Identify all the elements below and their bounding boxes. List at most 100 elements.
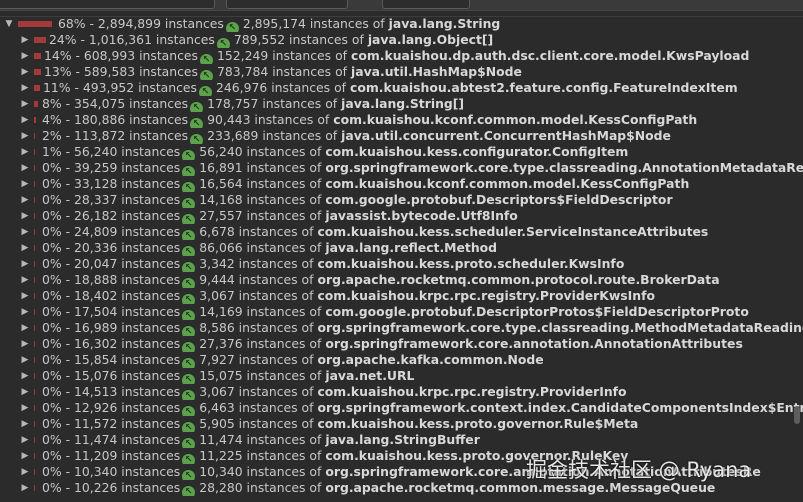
chevron-right-icon[interactable]: ▶ (20, 208, 30, 224)
tree-row[interactable]: ▶ 0% - 17,504 instances ↖ 14,169 instances … (0, 304, 803, 320)
retained-size-bar (18, 21, 52, 27)
retained-size-bar (34, 341, 35, 347)
class-name: org.apache.rocketmq.common.protocol.rout… (317, 272, 720, 287)
class-name: javassist.bytecode.Utf8Info (325, 208, 518, 223)
chevron-right-icon[interactable]: ▶ (20, 272, 30, 288)
tree-row[interactable]: ▼ 68% - 2,894,899 instances ↖ 2,895,174 ins… (0, 16, 803, 32)
instance-count: 152,249 instances of (217, 48, 348, 63)
chevron-right-icon[interactable]: ▶ (20, 48, 30, 64)
toolbar-field[interactable] (226, 0, 348, 9)
tree-row[interactable]: ▶ 1% - 56,240 instances ↖ 56,240 instances … (0, 144, 803, 160)
class-reference-icon: ↖ (182, 470, 196, 480)
chevron-right-icon[interactable]: ▶ (20, 352, 30, 368)
chevron-right-icon[interactable]: ▶ (20, 224, 30, 240)
object-tree[interactable]: ▼ 68% - 2,894,899 instances ↖ 2,895,174 ins… (0, 16, 803, 496)
chevron-right-icon[interactable]: ▶ (20, 368, 30, 384)
row-label: 0% - 20,047 instances ↖ 3,342 instances of… (42, 256, 624, 272)
tree-row[interactable]: ▶ 0% - 28,337 instances ↖ 14,168 instances … (0, 192, 803, 208)
instance-summary: 2% - 113,872 instances (42, 128, 189, 143)
instance-count: 16,564 instances of (199, 176, 322, 191)
chevron-right-icon[interactable]: ▶ (20, 400, 30, 416)
class-name: org.springframework.core.annotation.Anno… (325, 336, 743, 351)
tree-row[interactable]: ▶ 0% - 11,474 instances ↖ 11,474 instances … (0, 432, 803, 448)
row-label: 1% - 56,240 instances ↖ 56,240 instances o… (42, 144, 628, 160)
tree-row[interactable]: ▶ 0% - 18,888 instances ↖ 9,444 instances o… (0, 272, 803, 288)
instance-count: 233,689 instances of (207, 128, 338, 143)
tree-row[interactable]: ▶ 0% - 11,572 instances ↖ 5,905 instances o… (0, 416, 803, 432)
tree-row[interactable]: ▶ 0% - 26,182 instances ↖ 27,557 instances … (0, 208, 803, 224)
retained-size-bar (34, 373, 35, 379)
tree-row[interactable]: ▶ 0% - 20,047 instances ↖ 3,342 instances o… (0, 256, 803, 272)
tree-row[interactable]: ▶ 0% - 15,076 instances ↖ 15,075 instances … (0, 368, 803, 384)
chevron-right-icon[interactable]: ▶ (20, 80, 30, 96)
tree-row[interactable]: ▶ 11% - 493,952 instances ↖ 246,976 instanc… (0, 80, 803, 96)
class-reference-icon: ↖ (182, 406, 196, 416)
tree-row[interactable]: ▶ 0% - 18,402 instances ↖ 3,067 instances o… (0, 288, 803, 304)
tree-row[interactable]: ▶ 0% - 24,809 instances ↖ 6,678 instances o… (0, 224, 803, 240)
instance-count: 14,168 instances of (199, 192, 322, 207)
class-reference-icon: ↖ (200, 70, 214, 80)
class-name: com.kuaishou.kess.proto.governor.Rule$Me… (317, 416, 639, 431)
row-label: 13% - 589,583 instances ↖ 783,784 instance… (44, 64, 522, 80)
row-label: 8% - 354,075 instances ↖ 178,757 instances… (42, 96, 464, 112)
retained-size-bar (34, 261, 35, 267)
class-reference-icon: ↖ (182, 230, 196, 240)
chevron-right-icon[interactable]: ▶ (20, 384, 30, 400)
instance-count: 6,463 instances of (199, 400, 314, 415)
chevron-right-icon[interactable]: ▶ (20, 64, 30, 80)
scrollbar-thumb[interactable] (794, 406, 800, 424)
chevron-right-icon[interactable]: ▶ (20, 432, 30, 448)
tree-row[interactable]: ▶ 0% - 39,259 instances ↖ 16,891 instances … (0, 160, 803, 176)
tree-row[interactable]: ▶ 0% - 12,926 instances ↖ 6,463 instances o… (0, 400, 803, 416)
class-reference-icon: ↖ (200, 54, 214, 64)
class-reference-icon: ↖ (182, 374, 196, 384)
chevron-right-icon[interactable]: ▶ (20, 160, 30, 176)
chevron-right-icon[interactable]: ▶ (20, 256, 30, 272)
tree-row[interactable]: ▶ 4% - 180,886 instances ↖ 90,443 instances… (0, 112, 803, 128)
tree-row[interactable]: ▶ 0% - 16,302 instances ↖ 27,376 instances … (0, 336, 803, 352)
chevron-right-icon[interactable]: ▶ (20, 464, 30, 480)
toolbar-field[interactable] (0, 0, 215, 9)
tree-row[interactable]: ▶ 2% - 113,872 instances ↖ 233,689 instance… (0, 128, 803, 144)
chevron-right-icon[interactable]: ▶ (20, 128, 30, 144)
tree-row[interactable]: ▶ 24% - 1,016,361 instances ↖ 789,552 insta… (0, 32, 803, 48)
chevron-right-icon[interactable]: ▶ (20, 336, 30, 352)
chevron-right-icon[interactable]: ▶ (20, 240, 30, 256)
chevron-right-icon[interactable]: ▶ (20, 288, 30, 304)
tree-row[interactable]: ▶ 0% - 33,128 instances ↖ 16,564 instances … (0, 176, 803, 192)
toolbar-field[interactable] (382, 0, 470, 9)
instance-summary: 0% - 33,128 instances (42, 176, 181, 191)
retained-size-bar (34, 277, 35, 283)
chevron-right-icon[interactable]: ▶ (20, 480, 30, 496)
retained-size-bar (34, 69, 41, 75)
class-reference-icon: ↖ (182, 358, 196, 368)
chevron-right-icon[interactable]: ▶ (20, 96, 30, 112)
chevron-right-icon[interactable]: ▶ (20, 176, 30, 192)
chevron-right-icon[interactable]: ▶ (20, 448, 30, 464)
tree-row[interactable]: ▶ 0% - 16,989 instances ↖ 8,586 instances o… (0, 320, 803, 336)
tree-row[interactable]: ▶ 0% - 14,513 instances ↖ 3,067 instances o… (0, 384, 803, 400)
class-reference-icon: ↖ (182, 454, 196, 464)
class-reference-icon: ↖ (182, 422, 196, 432)
instance-summary: 0% - 39,259 instances (42, 160, 181, 175)
tree-row[interactable]: ▶ 13% - 589,583 instances ↖ 783,784 instanc… (0, 64, 803, 80)
instance-summary: 0% - 16,302 instances (42, 336, 181, 351)
chevron-right-icon[interactable]: ▶ (20, 320, 30, 336)
instance-count: 5,905 instances of (199, 416, 314, 431)
tree-row[interactable]: ▶ 8% - 354,075 instances ↖ 178,757 instance… (0, 96, 803, 112)
chevron-right-icon[interactable]: ▶ (20, 416, 30, 432)
chevron-right-icon[interactable]: ▶ (20, 192, 30, 208)
class-reference-icon: ↖ (182, 294, 196, 304)
tree-row[interactable]: ▶ 0% - 20,336 instances ↖ 86,066 instances … (0, 240, 803, 256)
chevron-right-icon[interactable]: ▶ (20, 32, 30, 48)
class-reference-icon: ↖ (182, 166, 196, 176)
instance-count: 90,443 instances of (207, 112, 330, 127)
chevron-right-icon[interactable]: ▶ (20, 112, 30, 128)
row-label: 0% - 20,336 instances ↖ 86,066 instances o… (42, 240, 497, 256)
chevron-down-icon[interactable]: ▼ (4, 16, 14, 32)
tree-row[interactable]: ▶ 14% - 608,993 instances ↖ 152,249 instanc… (0, 48, 803, 64)
chevron-right-icon[interactable]: ▶ (20, 144, 30, 160)
instance-summary: 0% - 20,336 instances (42, 240, 181, 255)
tree-row[interactable]: ▶ 0% - 15,854 instances ↖ 7,927 instances o… (0, 352, 803, 368)
chevron-right-icon[interactable]: ▶ (20, 304, 30, 320)
